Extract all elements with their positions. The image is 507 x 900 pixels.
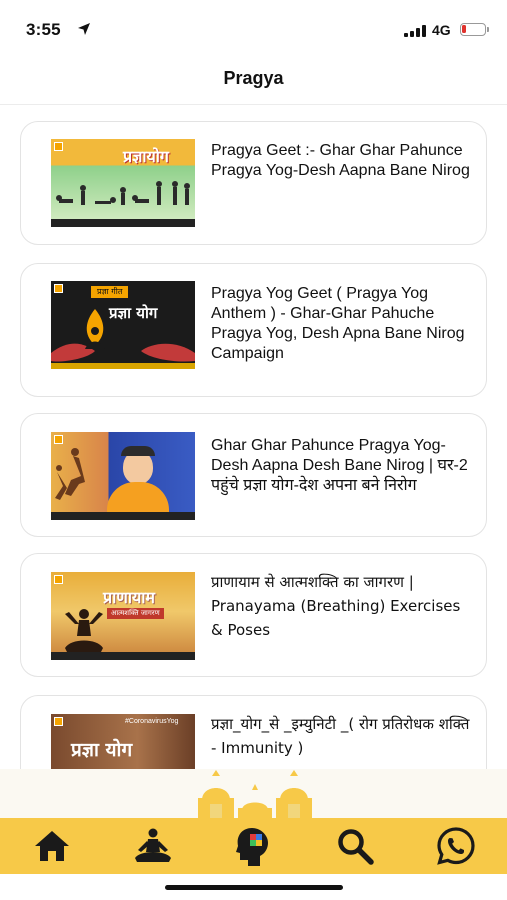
status-time: 3:55 <box>26 20 61 39</box>
video-title: Pragya Geet :- Ghar Ghar Pahunce Pragya … <box>211 142 470 179</box>
thumbnail-subtitle: आत्मशक्ति जागरण <box>107 608 164 619</box>
tab-home[interactable] <box>30 826 74 866</box>
thumbnail-title: प्रज्ञा योग <box>71 739 133 761</box>
video-card[interactable]: प्राणायाम आत्मशक्ति जागरण प्राणायाम से आ… <box>20 553 487 677</box>
thumbnail-title: प्रज्ञायोग <box>123 147 169 166</box>
tab-meditation[interactable] <box>131 826 175 866</box>
video-thumbnail <box>51 432 195 520</box>
search-icon <box>338 829 374 865</box>
video-card[interactable]: Ghar Ghar Pahunce Pragya Yog-Desh Aapna … <box>20 413 487 537</box>
network-type: 4G <box>432 22 451 38</box>
location-arrow-icon <box>78 23 90 35</box>
whatsapp-icon <box>437 827 475 865</box>
video-card[interactable]: #CoronavirusYog प्रज्ञा योग प्रज्ञा_योग_… <box>20 695 487 769</box>
video-list[interactable]: प्रज्ञायोग Pragya Geet :- Ghar Ghar Pahu… <box>0 105 507 769</box>
video-card[interactable]: प्रज्ञायोग Pragya Geet :- Ghar Ghar Pahu… <box>20 121 487 245</box>
temple-icon <box>198 770 312 822</box>
video-card[interactable]: प्रज्ञा गीत प्रज्ञा योग Pragya Yog Geet … <box>20 263 487 397</box>
tab-bar <box>0 818 507 874</box>
video-thumbnail: प्रज्ञायोग <box>51 139 195 227</box>
status-bar: 3:55 4G <box>0 0 507 60</box>
home-icon <box>35 831 69 861</box>
signal-icon <box>404 25 426 37</box>
tab-mind[interactable] <box>232 826 276 866</box>
battery-icon <box>460 23 489 36</box>
video-title: प्रज्ञा_योग_से _इम्युनिटी _( रोग प्रतिरो… <box>211 715 470 757</box>
video-thumbnail: प्राणायाम आत्मशक्ति जागरण <box>51 572 195 660</box>
video-thumbnail: #CoronavirusYog प्रज्ञा योग <box>51 714 195 769</box>
video-title: Ghar Ghar Pahunce Pragya Yog-Desh Aapna … <box>211 437 468 494</box>
video-thumbnail: प्रज्ञा गीत प्रज्ञा योग <box>51 281 195 369</box>
thumbnail-tag: प्रज्ञा गीत <box>91 286 129 298</box>
thumbnail-title: प्राणायाम <box>103 588 155 607</box>
tab-whatsapp[interactable] <box>434 826 478 866</box>
thumbnail-tag: #CoronavirusYog <box>125 718 179 725</box>
video-title: प्राणायाम से आत्मशक्ति का जागरण | Pranay… <box>211 573 461 639</box>
home-indicator[interactable] <box>165 885 343 890</box>
video-title: Pragya Yog Geet ( Pragya Yog Anthem ) - … <box>211 285 465 362</box>
mind-icon <box>236 828 268 866</box>
meditation-icon <box>135 828 171 862</box>
page-title: Pragya <box>223 68 284 88</box>
tab-search[interactable] <box>333 826 377 866</box>
